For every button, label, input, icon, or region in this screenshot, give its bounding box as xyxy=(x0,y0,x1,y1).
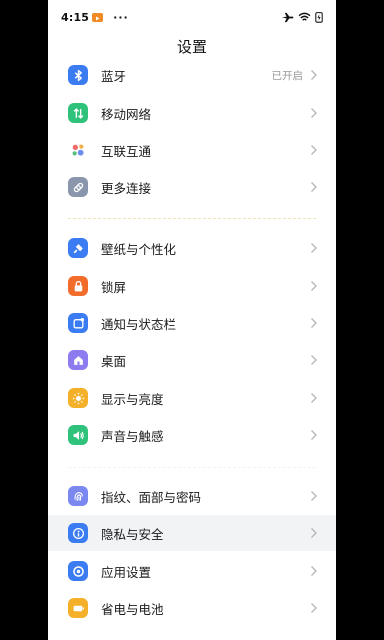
group-divider xyxy=(68,467,316,468)
sun-icon xyxy=(68,388,88,408)
chevron-right-icon xyxy=(311,430,317,440)
settings-item-display[interactable]: 显示与亮度 xyxy=(48,380,336,416)
chevron-right-icon xyxy=(311,603,317,613)
bluetooth-icon xyxy=(68,65,88,85)
settings-item-label: 指纹、面部与密码 xyxy=(101,489,202,505)
settings-item-more-connections[interactable]: 更多连接 xyxy=(48,169,336,205)
chevron-right-icon xyxy=(311,491,317,501)
settings-item-label: 显示与亮度 xyxy=(101,391,164,407)
chevron-right-icon xyxy=(311,318,317,328)
app-settings-icon xyxy=(68,561,88,581)
chevron-right-icon xyxy=(311,355,317,365)
chevron-right-icon xyxy=(311,182,317,192)
chevron-right-icon xyxy=(311,243,317,253)
settings-item-label: 隐私与安全 xyxy=(101,526,164,542)
chevron-right-icon xyxy=(311,393,317,403)
settings-item-label: 移动网络 xyxy=(101,106,152,122)
chevron-right-icon xyxy=(311,528,317,538)
status-icons xyxy=(281,11,323,23)
chevron-right-icon xyxy=(311,145,317,155)
chevron-right-icon xyxy=(311,70,317,80)
chevron-right-icon xyxy=(311,281,317,291)
settings-item-battery[interactable]: 省电与电池 xyxy=(48,590,336,626)
chevron-right-icon xyxy=(311,566,317,576)
lock-icon xyxy=(68,276,88,296)
home-icon xyxy=(68,350,88,370)
settings-item-label: 壁纸与个性化 xyxy=(101,241,177,257)
battery-icon xyxy=(68,598,88,618)
settings-item-mobile-network[interactable]: 移动网络 xyxy=(48,95,336,131)
airplane-icon xyxy=(282,12,294,22)
page-title: 设置 xyxy=(176,38,207,56)
settings-item-notifications[interactable]: 通知与状态栏 xyxy=(48,305,336,341)
settings-item-label: 锁屏 xyxy=(101,279,127,295)
paint-brush-icon xyxy=(68,238,88,258)
status-bar: 4:15 ··· xyxy=(48,0,336,34)
privacy-icon xyxy=(68,523,88,543)
group-divider xyxy=(68,218,316,219)
notification-icon xyxy=(68,313,88,333)
mobile-data-icon xyxy=(68,103,88,123)
settings-item-interconnect[interactable]: 互联互通 xyxy=(48,132,336,168)
battery-charging-icon xyxy=(315,12,323,23)
settings-item-label: 桌面 xyxy=(101,353,127,369)
settings-item-lock-screen[interactable]: 锁屏 xyxy=(48,268,336,304)
status-time: 4:15 xyxy=(61,10,90,24)
settings-item-label: 通知与状态栏 xyxy=(101,316,177,332)
speaker-icon xyxy=(68,425,88,445)
fingerprint-icon xyxy=(68,486,88,506)
settings-item-bluetooth[interactable]: 蓝牙 已开启 xyxy=(48,57,336,93)
wifi-icon xyxy=(298,12,311,21)
settings-item-privacy[interactable]: 隐私与安全 xyxy=(48,515,336,551)
settings-screen: 4:15 ··· 设置 蓝牙 已开启 移动网络 互联互通 更多连接 壁纸与个性化… xyxy=(48,0,336,640)
settings-item-apps[interactable]: 应用设置 xyxy=(48,553,336,589)
settings-item-label: 应用设置 xyxy=(101,564,152,580)
settings-item-label: 蓝牙 xyxy=(101,68,127,84)
settings-item-label: 更多连接 xyxy=(101,180,152,196)
interconnect-icon xyxy=(68,140,88,160)
settings-item-label: 省电与电池 xyxy=(101,601,164,617)
settings-item-biometrics[interactable]: 指纹、面部与密码 xyxy=(48,478,336,514)
settings-item-label: 声音与触感 xyxy=(101,428,164,444)
link-icon xyxy=(68,177,88,197)
chevron-right-icon xyxy=(311,108,317,118)
settings-item-wallpaper[interactable]: 壁纸与个性化 xyxy=(48,230,336,266)
settings-item-desktop[interactable]: 桌面 xyxy=(48,342,336,378)
settings-item-sound[interactable]: 声音与触感 xyxy=(48,417,336,453)
more-indicator-icon: ··· xyxy=(113,10,129,24)
settings-item-label: 互联互通 xyxy=(101,143,152,159)
bluetooth-status: 已开启 xyxy=(271,69,304,82)
app-notification-icon xyxy=(92,12,104,22)
